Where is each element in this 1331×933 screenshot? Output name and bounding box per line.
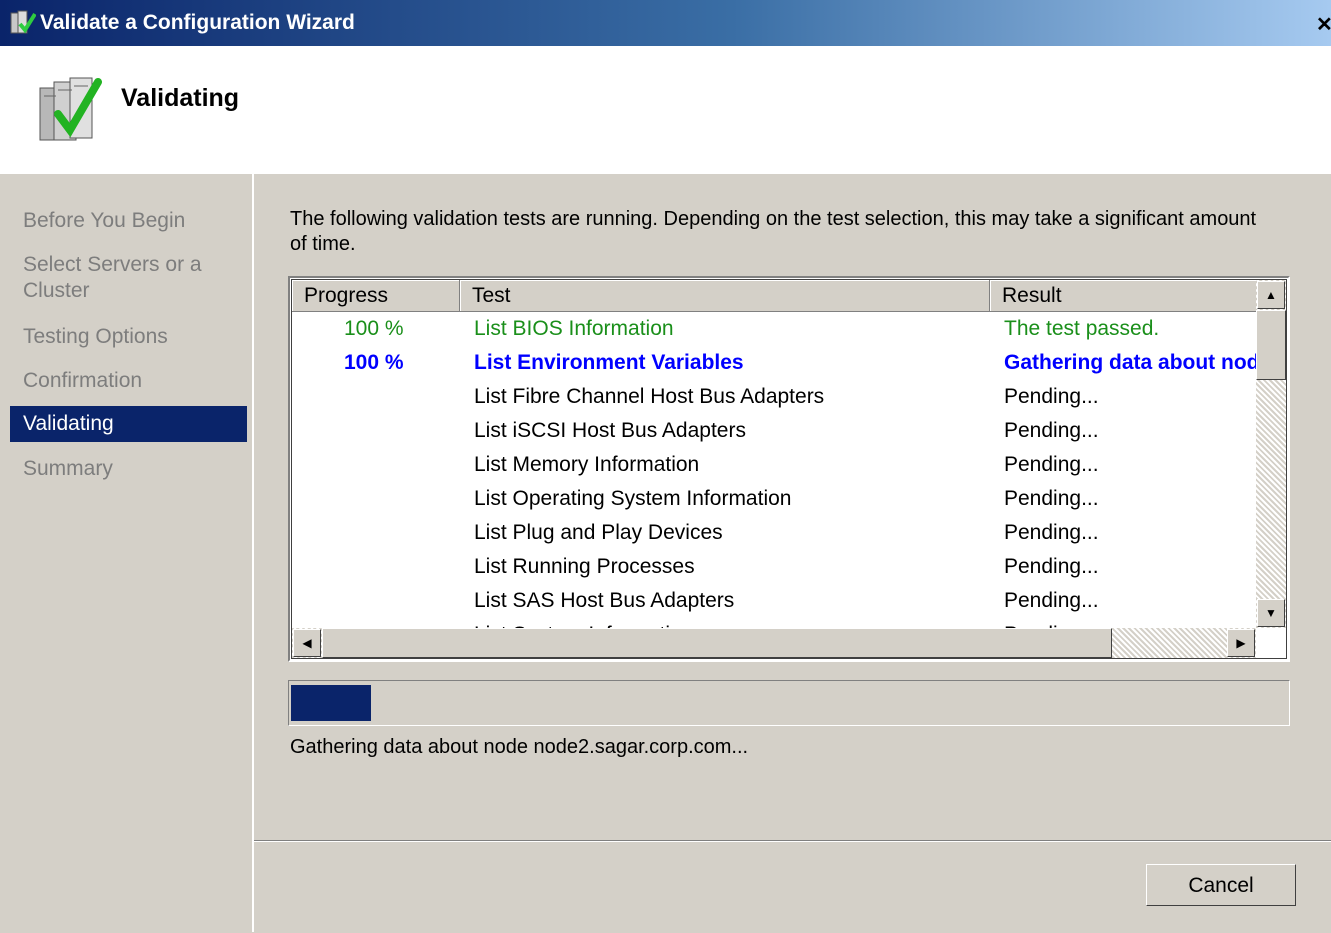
- test-list[interactable]: Progress Test Result 100 % List BIOS Info…: [288, 276, 1290, 662]
- test-name-cell: List SAS Host Bus Adapters: [474, 589, 735, 612]
- window-title: Validate a Configuration Wizard: [40, 11, 355, 34]
- sidebar-item-confirmation: Confirmation: [23, 369, 143, 392]
- table-row[interactable]: 100 % List BIOS Information The test passe…: [292, 312, 1258, 346]
- wizard-header: Validating: [0, 46, 1331, 173]
- wizard-icon: [10, 10, 36, 34]
- sidebar-item-testing-options: Testing Options: [23, 325, 168, 348]
- sidebar-item-summary: Summary: [23, 457, 113, 480]
- result-cell: Pending...: [1004, 385, 1099, 408]
- server-check-icon: [39, 77, 102, 141]
- table-row[interactable]: List iSCSI Host Bus Adapters Pending...: [292, 414, 1258, 448]
- table-row[interactable]: 100 % List Environment Variables Gathering…: [292, 346, 1258, 380]
- test-name-cell: List Memory Information: [474, 453, 700, 476]
- table-row[interactable]: List Fibre Channel Host Bus Adapters Pend…: [292, 380, 1258, 414]
- vertical-scrollbar[interactable]: ▲ ▼: [1256, 280, 1286, 628]
- wizard-footer: Cancel: [254, 840, 1331, 933]
- result-cell: Pending...: [1004, 453, 1099, 476]
- progress-cell: 100 %: [344, 351, 404, 374]
- test-name-cell: List Running Processes: [474, 555, 695, 578]
- progress-cell: 100 %: [344, 317, 404, 340]
- test-name-cell: List Fibre Channel Host Bus Adapters: [474, 385, 825, 408]
- close-icon[interactable]: ✕: [1316, 14, 1331, 36]
- test-name-cell: List iSCSI Host Bus Adapters: [474, 419, 746, 442]
- result-cell: Pending...: [1004, 521, 1099, 544]
- column-header-result[interactable]: Result: [990, 280, 1258, 312]
- table-row[interactable]: List SAS Host Bus Adapters Pending...: [292, 584, 1258, 618]
- test-name-cell: List Operating System Information: [474, 487, 792, 510]
- status-text: Gathering data about node node2.sagar.co…: [290, 736, 749, 758]
- table-row[interactable]: List Running Processes Pending...: [292, 550, 1258, 584]
- result-cell: Pending...: [1004, 419, 1099, 442]
- column-header-test[interactable]: Test: [460, 280, 990, 312]
- test-name-cell: List BIOS Information: [474, 317, 674, 340]
- result-cell: Gathering data about node node2.sagar.co…: [1004, 351, 1258, 374]
- test-name-cell: List Environment Variables: [474, 351, 744, 374]
- result-cell: Pending...: [1004, 487, 1099, 510]
- sidebar-item-select-servers: Select Servers or a Cluster: [23, 253, 202, 302]
- scroll-left-icon[interactable]: ◀: [293, 629, 321, 657]
- progress-bar-fill: [291, 685, 371, 721]
- wizard-steps-sidebar: Before You Begin Select Servers or a Clu…: [0, 174, 254, 932]
- cancel-button[interactable]: Cancel: [1146, 864, 1296, 906]
- horizontal-scroll-thumb[interactable]: [322, 628, 1112, 658]
- main-content: The following validation tests are runni…: [254, 174, 1331, 840]
- description-text: The following validation tests are runni…: [290, 208, 1257, 255]
- horizontal-scrollbar[interactable]: ◀ ▶: [292, 628, 1256, 658]
- table-row[interactable]: List Plug and Play Devices Pending...: [292, 516, 1258, 550]
- scroll-right-icon[interactable]: ▶: [1227, 629, 1255, 657]
- result-cell: The test passed.: [1004, 317, 1160, 340]
- scroll-up-icon[interactable]: ▲: [1257, 281, 1285, 309]
- title-bar: Validate a Configuration Wizard ✕: [0, 0, 1331, 46]
- page-title: Validating: [121, 84, 240, 112]
- vertical-scroll-thumb[interactable]: [1256, 310, 1286, 380]
- sidebar-item-validating: Validating: [10, 406, 247, 442]
- table-row[interactable]: List Memory Information Pending...: [292, 448, 1258, 482]
- table-row[interactable]: List Operating System Information Pending…: [292, 482, 1258, 516]
- result-cell: Pending...: [1004, 555, 1099, 578]
- column-header-progress[interactable]: Progress: [292, 280, 460, 312]
- test-name-cell: List Plug and Play Devices: [474, 521, 723, 544]
- result-cell: Pending...: [1004, 589, 1099, 612]
- sidebar-item-before-you-begin: Before You Begin: [23, 209, 186, 232]
- scroll-down-icon[interactable]: ▼: [1257, 599, 1285, 627]
- overall-progress-bar: [288, 680, 1290, 726]
